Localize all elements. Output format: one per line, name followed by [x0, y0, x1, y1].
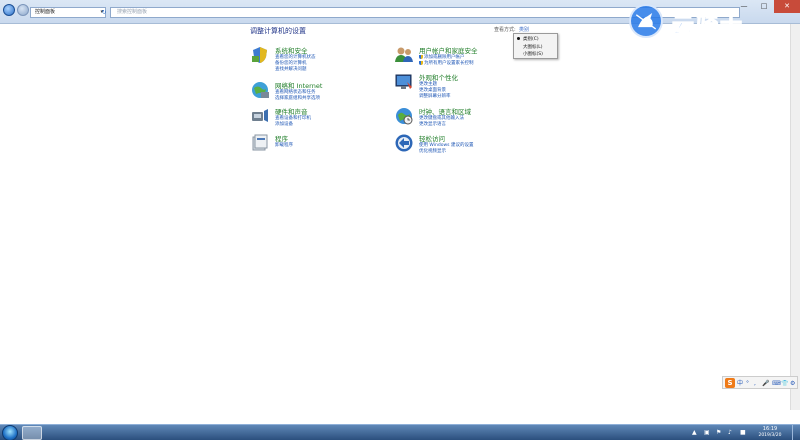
hardware-sound-icon[interactable]: [250, 106, 270, 126]
microphone-icon[interactable]: 🎤: [762, 378, 769, 389]
ime-punctuation-icon[interactable]: ,: [754, 378, 756, 389]
shield-icon: [419, 54, 423, 59]
network-tray-icon[interactable]: ▣: [704, 429, 710, 436]
ease-of-access-icon[interactable]: [394, 133, 414, 153]
ime-toolbar: S 中 ° , 🎤 ⌨ 👕 ⚙: [722, 376, 798, 389]
category-link[interactable]: 优化视频显示: [419, 148, 446, 154]
category-link[interactable]: 调整屏幕分辨率: [419, 93, 451, 99]
settings-icon[interactable]: ⚙: [790, 378, 795, 389]
maximize-button[interactable]: □: [754, 0, 774, 13]
view-dropdown[interactable]: 类别: [519, 26, 529, 33]
menu-item-category[interactable]: 类别(C): [523, 36, 539, 42]
vertical-scrollbar[interactable]: [790, 24, 800, 410]
clock-language-icon[interactable]: [394, 106, 414, 126]
back-button[interactable]: [3, 4, 15, 16]
taskbar: ▲ ▣ ⚑ ♪ ■ 16:19 2019/3/20: [0, 424, 800, 440]
start-button[interactable]: [2, 425, 18, 440]
ime-tray-icon[interactable]: ■: [740, 429, 746, 436]
selected-bullet-icon: [517, 37, 520, 40]
user-accounts-icon[interactable]: [394, 45, 414, 65]
keyboard-icon[interactable]: ⌨: [772, 378, 781, 389]
search-placeholder: 搜索控制面板: [117, 9, 148, 15]
taskbar-control-panel-button[interactable]: [22, 426, 42, 440]
refresh-icon[interactable]: ↻: [100, 7, 108, 18]
programs-icon[interactable]: [250, 133, 270, 153]
ime-logo-icon[interactable]: S: [725, 378, 735, 388]
view-label: 查看方式:: [494, 27, 516, 33]
close-button[interactable]: ✕: [774, 0, 800, 13]
link-text: 为所有用户设置家长控制: [424, 61, 474, 66]
category-link[interactable]: 添加设备: [275, 121, 293, 127]
network-internet-icon[interactable]: [250, 80, 270, 100]
system-security-icon[interactable]: [250, 45, 270, 65]
flag-tray-icon[interactable]: ⚑: [716, 429, 722, 436]
volume-tray-icon[interactable]: ♪: [728, 429, 734, 436]
view-menu: 类别(C) 大图标(L) 小图标(S): [513, 33, 558, 59]
show-desktop-button[interactable]: [792, 425, 800, 440]
category-link[interactable]: 卸载程序: [275, 142, 293, 148]
skin-icon[interactable]: 👕: [781, 378, 788, 389]
appearance-icon[interactable]: [394, 72, 414, 92]
clock-date[interactable]: 2019/3/20: [752, 433, 788, 438]
category-link[interactable]: 更改显示语言: [419, 121, 446, 127]
forward-button[interactable]: [17, 4, 29, 16]
ime-fullwidth-icon[interactable]: °: [746, 378, 749, 389]
tray-expand-icon[interactable]: ▲: [692, 429, 698, 436]
watermark-text: 云骑士: [671, 14, 745, 40]
shield-icon: [419, 60, 423, 65]
menu-item-small-icons[interactable]: 小图标(S): [523, 51, 543, 57]
clock-time[interactable]: 16:19: [752, 426, 788, 432]
category-link[interactable]: 选择家庭组和共享选项: [275, 95, 320, 101]
category-link[interactable]: 为所有用户设置家长控制: [419, 60, 474, 66]
menu-item-large-icons[interactable]: 大图标(L): [523, 44, 543, 50]
ime-chinese-mode[interactable]: 中: [737, 378, 743, 389]
watermark-logo-icon: [629, 4, 663, 38]
address-location: 控制面板: [35, 9, 56, 15]
category-link[interactable]: 查找并解决问题: [275, 66, 307, 72]
address-field[interactable]: 控制面板 ▾: [30, 7, 106, 18]
page-title: 调整计算机的设置: [250, 27, 306, 35]
